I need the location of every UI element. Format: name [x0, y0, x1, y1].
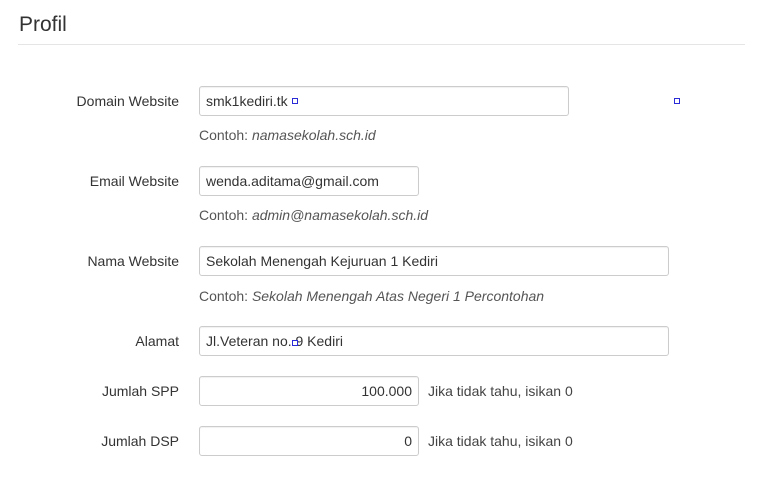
nama-help-example: Sekolah Menengah Atas Negeri 1 Percontoh…	[251, 288, 545, 304]
spp-note: Jika tidak tahu, isikan 0	[428, 383, 573, 399]
profile-page: Profil Domain Website Contoh: namasekola…	[0, 0, 766, 484]
nama-help-prefix: Contoh:	[199, 288, 252, 304]
nama-help: Contoh: Sekolah Menengah Atas Negeri 1 P…	[199, 286, 544, 306]
email-input[interactable]	[199, 166, 419, 196]
selection-handle[interactable]	[292, 98, 298, 104]
domain-label: Domain Website	[76, 93, 179, 109]
spp-label: Jumlah SPP	[101, 383, 179, 399]
selection-handle[interactable]	[292, 340, 298, 346]
dsp-label: Jumlah DSP	[101, 433, 179, 449]
email-help-prefix: Contoh:	[199, 207, 252, 223]
selection-handle[interactable]	[674, 98, 680, 104]
email-help-example: admin@namasekolah.sch.id	[251, 207, 429, 223]
nama-label: Nama Website	[87, 253, 179, 269]
email-help: Contoh: admin@namasekolah.sch.id	[199, 205, 428, 225]
dsp-note: Jika tidak tahu, isikan 0	[428, 433, 573, 449]
domain-help: Contoh: namasekolah.sch.id	[199, 125, 376, 145]
dsp-input[interactable]	[199, 426, 419, 456]
domain-help-example: namasekolah.sch.id	[251, 127, 376, 143]
title-divider	[18, 44, 745, 45]
email-label: Email Website	[89, 173, 179, 189]
page-title: Profil	[19, 13, 67, 36]
alamat-label: Alamat	[135, 333, 179, 349]
spp-input[interactable]	[199, 376, 419, 406]
nama-input[interactable]	[199, 246, 669, 276]
alamat-input[interactable]	[199, 326, 669, 356]
domain-input[interactable]	[199, 86, 569, 116]
domain-help-prefix: Contoh:	[199, 127, 252, 143]
